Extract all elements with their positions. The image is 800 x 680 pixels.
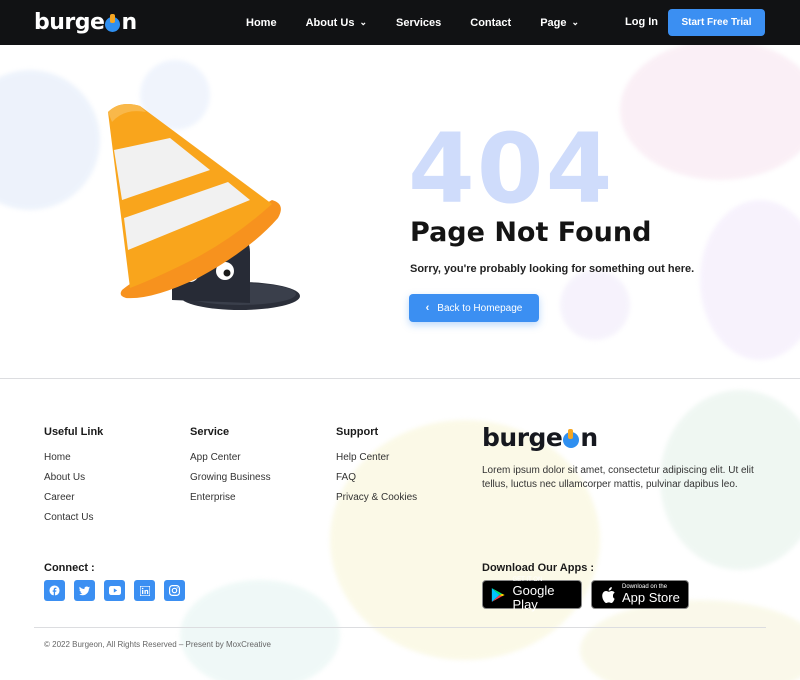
brand-name-prefix: burge — [482, 423, 563, 452]
section-divider — [0, 378, 800, 379]
facebook-icon[interactable] — [44, 580, 65, 601]
footer-column-title: Service — [190, 426, 230, 438]
page-title: Page Not Found — [410, 217, 652, 248]
back-button-label: Back to Homepage — [437, 302, 523, 314]
linkedin-icon[interactable] — [134, 580, 155, 601]
nav-item-label: Page — [540, 16, 567, 29]
nav-item-services[interactable]: Services — [396, 17, 441, 29]
footer-link[interactable]: App Center — [190, 452, 271, 463]
footer-link[interactable]: Help Center — [336, 452, 417, 463]
bg-blob — [180, 580, 340, 680]
brand-logo[interactable]: burge n — [34, 10, 137, 35]
bg-blob — [580, 600, 800, 680]
nav-item-label: Services — [396, 16, 442, 29]
brand-name-suffix: n — [580, 423, 598, 452]
nav-item-label: Home — [246, 16, 277, 29]
brand-name-prefix: burge — [34, 10, 105, 35]
google-play-icon — [491, 587, 505, 602]
page-subtitle: Sorry, you're probably looking for somet… — [410, 263, 695, 275]
nav-item-home[interactable]: Home — [246, 17, 277, 29]
footer-column-useful-link: Useful Link Home About Us Career Contact… — [44, 426, 103, 532]
logo-power-icon — [563, 429, 580, 448]
footer-link[interactable]: FAQ — [336, 472, 417, 483]
brand-name-suffix: n — [121, 10, 137, 35]
footer-divider — [34, 627, 766, 628]
footer-link[interactable]: About Us — [44, 472, 103, 483]
twitter-icon[interactable] — [74, 580, 95, 601]
footer-link[interactable]: Home — [44, 452, 103, 463]
back-to-homepage-button[interactable]: ‹ Back to Homepage — [409, 294, 539, 322]
connect-label: Connect : — [44, 562, 95, 574]
store-big-text: Google Play — [512, 583, 555, 612]
error-hero: 404 Page Not Found Sorry, you're probabl… — [0, 45, 800, 379]
app-store-badge[interactable]: Download on the App Store — [591, 580, 689, 609]
start-free-trial-button[interactable]: Start Free Trial — [668, 9, 765, 36]
footer-brand-logo[interactable]: burge n — [482, 423, 598, 452]
top-navbar: burge n Home About Us ⌄ Services Contact… — [0, 0, 800, 45]
google-play-badge[interactable]: GET IT ON Google Play — [482, 577, 582, 612]
copyright-text: © 2022 Burgeon, All Rights Reserved – Pr… — [44, 640, 271, 649]
footer-column-title: Useful Link — [44, 426, 104, 438]
footer-link[interactable]: Enterprise — [190, 492, 271, 503]
nav-item-page[interactable]: Page ⌄ — [540, 17, 579, 29]
login-link[interactable]: Log In — [625, 16, 658, 28]
nav-item-label: About Us — [305, 16, 355, 29]
traffic-cone-illustration — [100, 100, 305, 320]
chevron-down-icon: ⌄ — [359, 17, 367, 27]
footer-column-title: Support — [336, 426, 379, 438]
footer-column-support: Support Help Center FAQ Privacy & Cookie… — [336, 426, 417, 512]
footer-link[interactable]: Privacy & Cookies — [336, 492, 417, 503]
main-nav: Home About Us ⌄ Services Contact Page ⌄ — [246, 0, 608, 45]
chevron-down-icon: ⌄ — [571, 17, 580, 27]
store-big-text: App Store — [622, 590, 680, 605]
footer-description: Lorem ipsum dolor sit amet, consectetur … — [482, 465, 754, 490]
social-links — [44, 580, 185, 601]
download-apps-label: Download Our Apps : — [482, 562, 595, 574]
footer-link[interactable]: Contact Us — [44, 512, 103, 523]
logo-power-icon — [105, 14, 121, 32]
apple-icon — [602, 586, 615, 603]
error-code: 404 — [408, 113, 615, 225]
nav-item-contact[interactable]: Contact — [470, 17, 511, 29]
footer-link[interactable]: Growing Business — [190, 472, 271, 483]
youtube-icon[interactable] — [104, 580, 125, 601]
nav-item-label: Contact — [470, 16, 512, 29]
footer-link[interactable]: Career — [44, 492, 103, 503]
nav-item-about-us[interactable]: About Us ⌄ — [306, 17, 367, 29]
footer-column-service: Service App Center Growing Business Ente… — [190, 426, 271, 512]
instagram-icon[interactable] — [164, 580, 185, 601]
chevron-left-icon: ‹ — [425, 302, 430, 314]
